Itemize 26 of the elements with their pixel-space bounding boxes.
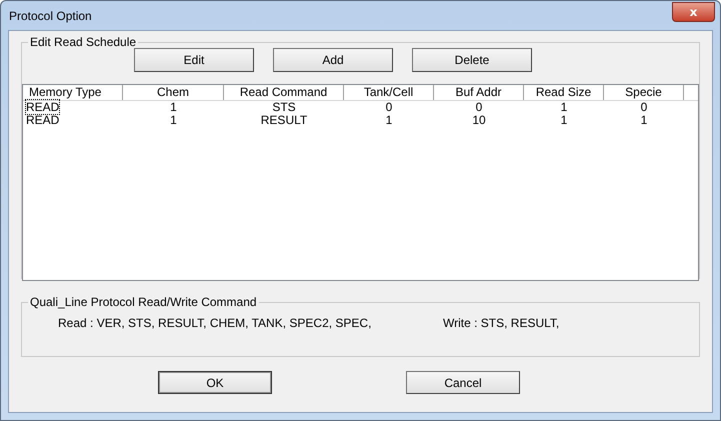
table-cell: 1 <box>170 113 177 127</box>
dialog-button[interactable]: Cancel <box>406 371 520 394</box>
table-cell: READ <box>26 113 60 127</box>
window-title: Protocol Option <box>9 8 92 22</box>
write-commands: Write : STS, RESULT, <box>443 316 560 330</box>
table-cell: 0 <box>476 100 482 114</box>
group-title: Edit Read Schedule <box>29 35 138 49</box>
table-cell: READ <box>26 100 60 114</box>
read-commands: Read : VER, STS, RESULT, CHEM, TANK, SPEC2, SPEC, <box>58 316 372 330</box>
table-cell: 0 <box>640 100 648 114</box>
table-cell: 0 <box>386 100 392 114</box>
table-cell: 1 <box>560 100 568 114</box>
group-title: Quali_Line Protocol Read/Write Command <box>29 295 258 309</box>
table-cell: 1 <box>560 113 568 127</box>
table-cell: 1 <box>170 100 177 114</box>
table-cell: STS <box>272 100 296 114</box>
table-cell: 10 <box>472 113 486 127</box>
list-row[interactable]: READ 1 RESULT 1 10 1 1 <box>23 114 698 127</box>
table-cell: RESULT <box>260 113 308 127</box>
toolbar-button[interactable]: Delete <box>412 48 532 72</box>
toolbar-button[interactable]: Edit <box>134 48 254 72</box>
table-cell: 1 <box>640 113 648 127</box>
toolbar-button[interactable]: Add <box>273 48 393 72</box>
list-row[interactable]: READ 1 STS 0 0 1 0 <box>23 101 698 114</box>
table-cell: 1 <box>386 113 392 127</box>
dialog-button[interactable]: OK <box>158 371 272 394</box>
